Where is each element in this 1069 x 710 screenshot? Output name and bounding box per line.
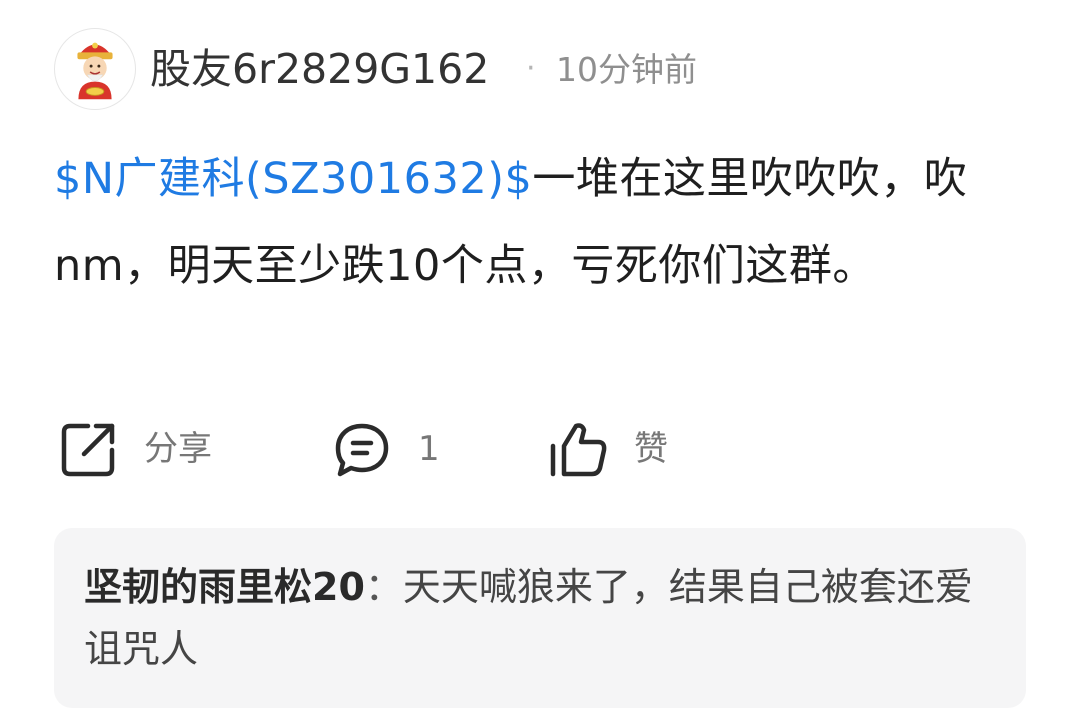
post-timestamp: 10分钟前: [556, 50, 697, 89]
reply-preview[interactable]: 坚韧的雨里松20：天天喊狼来了，结果自己被套还爱诅咒人: [54, 528, 1026, 708]
reply-author[interactable]: 坚韧的雨里松20: [84, 565, 365, 609]
comment-button[interactable]: 1: [332, 414, 472, 486]
share-button[interactable]: 分享: [58, 414, 258, 486]
post-card: 股友6r2829G162 · 10分钟前 $N广建科(SZ301632)$一堆在…: [0, 0, 1069, 710]
like-button[interactable]: 赞: [548, 414, 708, 486]
reply-separator: ：: [364, 565, 403, 609]
post-content: $N广建科(SZ301632)$一堆在这里吹吹吹，吹nm，明天至少跌10个点，亏…: [54, 136, 1014, 310]
like-label: 赞: [634, 429, 668, 469]
avatar[interactable]: [54, 28, 136, 110]
thumbs-up-icon: [550, 423, 607, 477]
share-icon: [61, 423, 115, 477]
post-username[interactable]: 股友6r2829G162: [150, 42, 489, 96]
meta-separator: ·: [526, 51, 536, 86]
comment-count: 1: [418, 429, 440, 469]
cartoon-fortune-god-avatar-icon: [77, 42, 113, 100]
comment-icon: [335, 423, 389, 477]
share-label: 分享: [144, 429, 212, 469]
reply-text-block: 坚韧的雨里松20：天天喊狼来了，结果自己被套还爱诅咒人: [84, 556, 1004, 680]
stock-tag-link[interactable]: $N广建科(SZ301632)$: [54, 154, 532, 204]
